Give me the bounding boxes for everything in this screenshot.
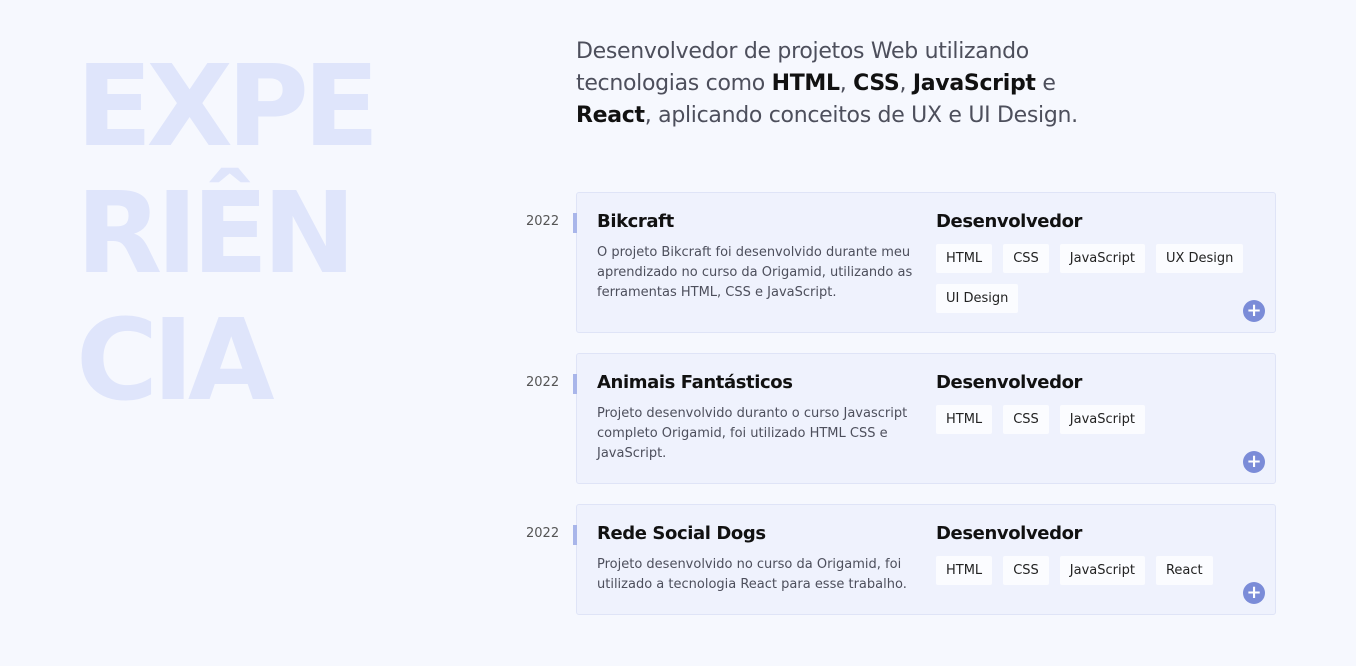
- tech-tag: React: [1155, 556, 1213, 585]
- experience-role: Desenvolvedor: [936, 372, 1083, 393]
- timeline-marker: [573, 374, 577, 394]
- tech-tag: UI Design: [936, 284, 1019, 313]
- tech-tag: CSS: [1003, 244, 1049, 273]
- tech-tag: HTML: [936, 244, 993, 273]
- watermark-line: RIÊN: [76, 169, 356, 299]
- plus-icon[interactable]: +: [1243, 582, 1265, 604]
- tech-tag: JavaScript: [1059, 244, 1145, 273]
- intro-text: ,: [839, 71, 854, 96]
- experience-section: EXPE RIÊN CIA Desenvolvedor de projetos …: [0, 0, 1356, 666]
- experience-title: Animais Fantásticos: [597, 372, 793, 393]
- intro-highlight: CSS: [853, 71, 900, 96]
- experience-role: Desenvolvedor: [936, 523, 1083, 544]
- experience-year: 2022: [526, 214, 560, 229]
- tech-tags: HTML CSS JavaScript: [936, 405, 1256, 434]
- experience-role: Desenvolvedor: [936, 211, 1083, 232]
- watermark-line: EXPE: [76, 42, 379, 172]
- plus-icon[interactable]: +: [1243, 451, 1265, 473]
- tech-tags: HTML CSS JavaScript UX Design UI Design: [936, 244, 1256, 313]
- tech-tag: CSS: [1003, 405, 1049, 434]
- experience-description: Projeto desenvolvido duranto o curso Jav…: [597, 406, 908, 461]
- tech-tag: JavaScript: [1059, 556, 1145, 585]
- section-watermark-title: EXPE RIÊN CIA: [76, 42, 379, 426]
- experience-card: Animais Fantásticos Projeto desenvolvido…: [576, 353, 1276, 484]
- timeline-marker: [573, 213, 577, 233]
- intro-highlight: React: [576, 103, 645, 128]
- tech-tags: HTML CSS JavaScript React: [936, 556, 1256, 585]
- experience-card: Rede Social Dogs Projeto desenvolvido no…: [576, 504, 1276, 615]
- tech-tag: JavaScript: [1059, 405, 1145, 434]
- intro-highlight: HTML: [771, 71, 840, 96]
- intro-text: , aplicando conceitos de UX e UI Design.: [644, 103, 1078, 128]
- experience-year: 2022: [526, 526, 560, 541]
- experience-description: O projeto Bikcraft foi desenvolvido dura…: [597, 245, 913, 300]
- intro-text: e: [1035, 71, 1056, 96]
- experience-title: Bikcraft: [597, 211, 674, 232]
- tech-tag: HTML: [936, 556, 993, 585]
- intro-highlight: JavaScript: [912, 71, 1036, 96]
- plus-icon[interactable]: +: [1243, 300, 1265, 322]
- experience-year: 2022: [526, 375, 560, 390]
- intro-paragraph: Desenvolvedor de projetos Web utilizando…: [576, 36, 1136, 132]
- tech-tag: UX Design: [1155, 244, 1244, 273]
- watermark-line: CIA: [76, 296, 275, 426]
- experience-title: Rede Social Dogs: [597, 523, 766, 544]
- tech-tag: CSS: [1003, 556, 1049, 585]
- experience-card: Bikcraft O projeto Bikcraft foi desenvol…: [576, 192, 1276, 333]
- timeline-marker: [573, 525, 577, 545]
- experience-description: Projeto desenvolvido no curso da Origami…: [597, 557, 907, 592]
- intro-text: ,: [899, 71, 913, 96]
- tech-tag: HTML: [936, 405, 993, 434]
